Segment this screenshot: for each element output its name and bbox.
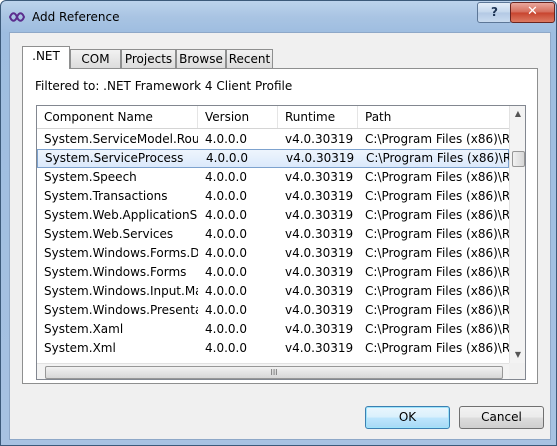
scroll-up-arrow-icon[interactable]: ▲ [510, 106, 525, 122]
cell-version: 4.0.0.0 [205, 303, 247, 317]
help-button[interactable]: ? [477, 2, 512, 23]
cell-runtime: v4.0.30319 [285, 303, 354, 317]
dotnet-tab-panel: Filtered to: .NET Framework 4 Client Pro… [22, 68, 538, 384]
table-row[interactable]: System.ServiceModel.Rout... 4.0.0.0 v4.0.3… [37, 130, 509, 149]
cell-path: C:\Program Files (x86)\Re... [365, 227, 509, 241]
cell-path: C:\Program Files (x86)\Re... [365, 170, 509, 184]
cell-version: 4.0.0.0 [205, 284, 247, 298]
table-row[interactable]: System.Web.ApplicationSe... 4.0.0.0 v4.0.3… [37, 206, 509, 225]
table-row[interactable]: System.Xaml 4.0.0.0 v4.0.30319 C:\Program F… [37, 320, 509, 339]
vertical-scroll-thumb[interactable] [512, 151, 525, 167]
cell-version: 4.0.0.0 [206, 151, 248, 165]
table-row[interactable]: System.Speech 4.0.0.0 v4.0.30319 C:\Program… [37, 168, 509, 187]
cell-runtime: v4.0.30319 [285, 246, 354, 260]
scrollbar-corner [509, 363, 525, 379]
cell-path: C:\Program Files (x86)\Re... [365, 265, 509, 279]
table-row[interactable]: System.Windows.Input.Ma... 4.0.0.0 v4.0.30… [37, 282, 509, 301]
scroll-down-arrow-icon[interactable]: ▼ [510, 347, 525, 363]
tab-projects[interactable]: Projects [121, 49, 176, 68]
table-row[interactable]: System.Windows.Forms.D... 4.0.0.0 v4.0.303… [37, 244, 509, 263]
add-reference-dialog: Add Reference ? ✕ .NET COM Projects Brow… [0, 0, 557, 446]
cell-component-name: System.Xml [44, 341, 116, 355]
cell-path: C:\Program Files (x86)\Re... [365, 322, 509, 336]
cell-component-name: System.Windows.Input.Ma... [44, 284, 198, 298]
tab-dotnet[interactable]: .NET [22, 46, 70, 69]
cell-version: 4.0.0.0 [205, 341, 247, 355]
cell-path: C:\Program Files (x86)\Re... [365, 189, 509, 203]
title-bar[interactable]: Add Reference ? ✕ [1, 1, 556, 33]
visual-studio-icon [9, 12, 25, 22]
column-header-version[interactable]: Version [198, 106, 278, 128]
list-header: Component Name Version Runtime Path [37, 106, 509, 129]
cell-path: C:\Program Files (x86)\Re... [365, 284, 509, 298]
cell-component-name: System.Windows.Forms [44, 265, 187, 279]
cell-runtime: v4.0.30319 [285, 284, 354, 298]
cell-path: C:\Program Files (x86)\Re... [366, 151, 510, 165]
table-row[interactable]: System.Xml 4.0.0.0 v4.0.30319 C:\Program Fi… [37, 339, 509, 358]
table-row[interactable]: System.ServiceProcess 4.0.0.0 v4.0.30319 C:… [37, 149, 510, 168]
table-row[interactable]: System.Windows.Forms 4.0.0.0 v4.0.30319 C:\… [37, 263, 509, 282]
ok-button[interactable]: OK [365, 406, 450, 429]
vertical-scrollbar[interactable]: ▲ ▼ [509, 106, 525, 363]
cell-runtime: v4.0.30319 [285, 265, 354, 279]
tab-browse[interactable]: Browse [176, 49, 226, 68]
close-button[interactable]: ✕ [510, 2, 555, 23]
cell-version: 4.0.0.0 [205, 208, 247, 222]
table-row[interactable]: System.Web.Services 4.0.0.0 v4.0.30319 C:\P… [37, 225, 509, 244]
cell-runtime: v4.0.30319 [285, 189, 354, 203]
cell-runtime: v4.0.30319 [285, 227, 354, 241]
cell-path: C:\Program Files (x86)\Re... [365, 246, 509, 260]
filter-label: Filtered to: .NET Framework 4 Client Pro… [35, 79, 293, 93]
table-row[interactable]: System.Windows.Presenta... 4.0.0.0 v4.0.30… [37, 301, 509, 320]
cell-version: 4.0.0.0 [205, 227, 247, 241]
window-title: Add Reference [32, 10, 120, 24]
cell-path: C:\Program Files (x86)\Re... [365, 208, 509, 222]
cell-runtime: v4.0.30319 [285, 170, 354, 184]
cell-version: 4.0.0.0 [205, 132, 247, 146]
cell-version: 4.0.0.0 [205, 322, 247, 336]
cell-runtime: v4.0.30319 [286, 151, 355, 165]
cell-version: 4.0.0.0 [205, 189, 247, 203]
cell-runtime: v4.0.30319 [285, 341, 354, 355]
cell-component-name: System.Web.ApplicationSe... [44, 208, 198, 222]
dialog-client-area: .NET COM Projects Browse Recent Filtered… [9, 32, 551, 440]
cell-component-name: System.Speech [44, 170, 137, 184]
horizontal-scroll-thumb[interactable]: III [45, 366, 503, 379]
cell-runtime: v4.0.30319 [285, 132, 354, 146]
cell-component-name: System.Transactions [44, 189, 168, 203]
cell-path: C:\Program Files (x86)\Re... [365, 303, 509, 317]
cell-component-name: System.Windows.Presenta... [44, 303, 198, 317]
cell-version: 4.0.0.0 [205, 170, 247, 184]
cell-component-name: System.Xaml [44, 322, 124, 336]
cell-runtime: v4.0.30319 [285, 208, 354, 222]
tab-recent[interactable]: Recent [226, 49, 273, 68]
cell-version: 4.0.0.0 [205, 246, 247, 260]
table-row[interactable]: System.Transactions 4.0.0.0 v4.0.30319 C:\P… [37, 187, 509, 206]
horizontal-scrollbar[interactable]: III [37, 363, 509, 379]
cell-version: 4.0.0.0 [205, 265, 247, 279]
cell-component-name: System.ServiceProcess [45, 151, 184, 165]
cell-component-name: System.Windows.Forms.D... [44, 246, 198, 260]
cell-component-name: System.Web.Services [44, 227, 174, 241]
cell-path: C:\Program Files (x86)\Re... [365, 341, 509, 355]
column-header-runtime[interactable]: Runtime [278, 106, 358, 128]
tab-com[interactable]: COM [70, 49, 121, 68]
cancel-button[interactable]: Cancel [459, 406, 544, 429]
column-header-path[interactable]: Path [358, 106, 509, 128]
cell-path: C:\Program Files (x86)\Re... [365, 132, 509, 146]
cell-runtime: v4.0.30319 [285, 322, 354, 336]
cell-component-name: System.ServiceModel.Rout... [44, 132, 198, 146]
component-list[interactable]: Component Name Version Runtime Path Syst… [36, 105, 526, 380]
column-header-component-name[interactable]: Component Name [37, 106, 198, 128]
